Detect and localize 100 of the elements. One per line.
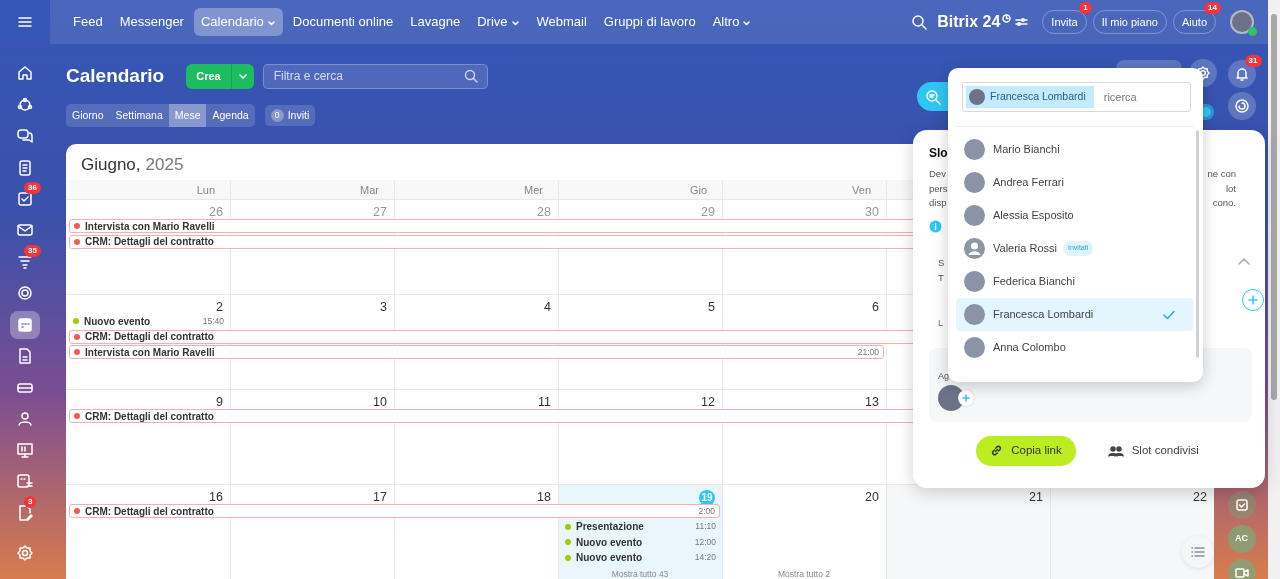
description-text: cono. — [1212, 196, 1236, 210]
nav-tab[interactable]: Calendario — [193, 8, 283, 36]
event-title: Intervista con Mario Ravelli — [85, 345, 215, 360]
video-camera-icon — [1234, 567, 1249, 579]
count-badge: 36 — [24, 181, 41, 194]
copy-link-button[interactable]: Copia link — [976, 435, 1076, 466]
invites-button[interactable]: 0 Inviti — [264, 104, 316, 127]
cycle-icon — [16, 95, 34, 114]
spiral-icon — [1233, 98, 1250, 114]
list-icon — [1190, 545, 1206, 559]
checklist-button[interactable] — [1227, 491, 1256, 519]
nav-tab[interactable]: Altro — [705, 8, 759, 36]
logo: Bitrix 24 — [937, 12, 1001, 32]
show-more-link[interactable]: Mostra tutto 2 — [778, 569, 830, 579]
news-icon — [16, 158, 34, 177]
user-avatar[interactable]: AC — [1227, 525, 1256, 553]
weekday-label: Lun — [196, 184, 215, 196]
event-bar[interactable]: Intervista con Mario Ravelli 21:00 — [69, 345, 884, 359]
nav-tab[interactable]: Drive — [470, 8, 527, 36]
month-title: Giugno, — [81, 155, 141, 174]
person-option[interactable]: Federica Bianchi — [956, 265, 1193, 298]
weekday-label: Mar — [360, 184, 379, 196]
date-number: 16 — [209, 490, 223, 504]
date-number: 2 — [216, 300, 223, 314]
description-text: pers — [929, 181, 948, 196]
date-number: 18 — [537, 490, 551, 504]
edit-document-icon — [16, 503, 34, 522]
event-item[interactable]: Nuovo evento 12:00 — [561, 535, 720, 549]
view-tab[interactable]: Mese — [168, 103, 207, 128]
date-number: 26 — [209, 205, 223, 219]
checkmark-icon — [1163, 309, 1175, 320]
document-icon — [16, 346, 34, 365]
show-more-link[interactable]: Mostra tutto 43 — [611, 569, 669, 579]
view-tab[interactable]: Settimana — [109, 103, 169, 128]
event-title: Intervista con Mario Ravelli — [85, 219, 215, 234]
notifications-button[interactable] — [1227, 60, 1256, 88]
date-number: 9 — [216, 395, 223, 409]
scrollbar[interactable] — [1268, 0, 1280, 579]
date-number: 30 — [865, 205, 879, 219]
event-item[interactable]: Presentazione 11:10 — [561, 519, 720, 534]
invites-label: Inviti — [287, 107, 310, 123]
count-badge: 31 — [1244, 55, 1262, 67]
count-badge: 14 — [1204, 1, 1221, 14]
nav-tab[interactable]: Documenti online — [285, 8, 401, 36]
setting-label: L — [938, 315, 944, 330]
date-number: 6 — [872, 300, 879, 314]
event-title: Nuovo evento — [84, 314, 151, 329]
link-icon — [990, 444, 1004, 458]
view-tab[interactable]: Giorno — [66, 103, 110, 128]
date-number: 27 — [373, 205, 387, 219]
nav-tab[interactable]: Lavagne — [403, 8, 468, 36]
ring-icon — [16, 284, 34, 303]
nav-tab[interactable]: Webmail — [529, 8, 594, 36]
nav-tab[interactable]: Messenger — [112, 8, 191, 36]
sidebar-item[interactable]: 35 — [10, 247, 40, 276]
date-number: 12 — [701, 395, 715, 409]
search-icon[interactable] — [911, 14, 928, 30]
person-name: Andrea Ferrari — [993, 175, 1064, 191]
selected-person-chip[interactable]: Francesca Lombardi — [966, 86, 1094, 108]
setting-label: T — [938, 270, 944, 285]
video-button[interactable] — [1227, 559, 1256, 579]
people-search-field[interactable]: Francesca Lombardi ricerca — [962, 82, 1191, 112]
count-badge: 0 — [270, 109, 284, 122]
sidebar-item[interactable] — [10, 310, 40, 339]
count-badge: 3 — [24, 495, 37, 508]
description-text: lot — [1225, 181, 1236, 196]
dropdown-button[interactable] — [230, 63, 254, 89]
plus-icon — [962, 394, 970, 403]
event-item[interactable]: Nuovo evento 15:40 — [69, 314, 228, 328]
date-number: 5 — [708, 300, 715, 314]
person-option[interactable]: Mario Bianchi — [956, 133, 1193, 166]
checkbox-icon — [1234, 498, 1249, 512]
shared-slots-button[interactable]: Slot condivisi — [1101, 441, 1205, 461]
view-tab[interactable]: Agenda — [206, 103, 255, 128]
event-item[interactable]: Nuovo evento 14:20 — [561, 550, 720, 565]
scrollbar[interactable] — [1196, 130, 1199, 358]
person-name: Francesca Lombardi — [993, 307, 1094, 323]
year-title: 2025 — [145, 155, 184, 174]
event-bar[interactable]: CRM: Dettagli del contratto 2:00 — [69, 504, 720, 518]
date-number: 22 — [1193, 490, 1207, 504]
date-number: 28 — [537, 205, 551, 219]
nav-tab[interactable]: Feed — [66, 8, 110, 36]
event-title: CRM: Dettagli del contratto — [85, 235, 214, 249]
weekday-label: Ven — [852, 184, 871, 196]
sidebar-item[interactable]: 3 — [10, 498, 40, 527]
search-icon — [925, 88, 941, 105]
chip-avatar — [969, 89, 985, 105]
date-number: 11 — [538, 395, 551, 409]
add-participant-button[interactable] — [958, 390, 974, 407]
user-avatar[interactable] — [1230, 10, 1254, 34]
event-time: 15:40 — [202, 314, 224, 328]
spiral-button[interactable] — [1227, 92, 1256, 120]
person-name: Federica Bianchi — [993, 274, 1075, 290]
sidebar-item[interactable]: 36 — [10, 184, 40, 213]
date-number: 4 — [544, 300, 551, 314]
person-option[interactable]: Francesca Lombardi — [956, 298, 1193, 331]
nav-tab[interactable]: Gruppi di lavoro — [596, 8, 703, 36]
sliders-icon[interactable] — [1015, 16, 1029, 28]
person-option[interactable]: Andrea Ferrari — [956, 166, 1193, 199]
presentation-icon — [16, 441, 34, 460]
